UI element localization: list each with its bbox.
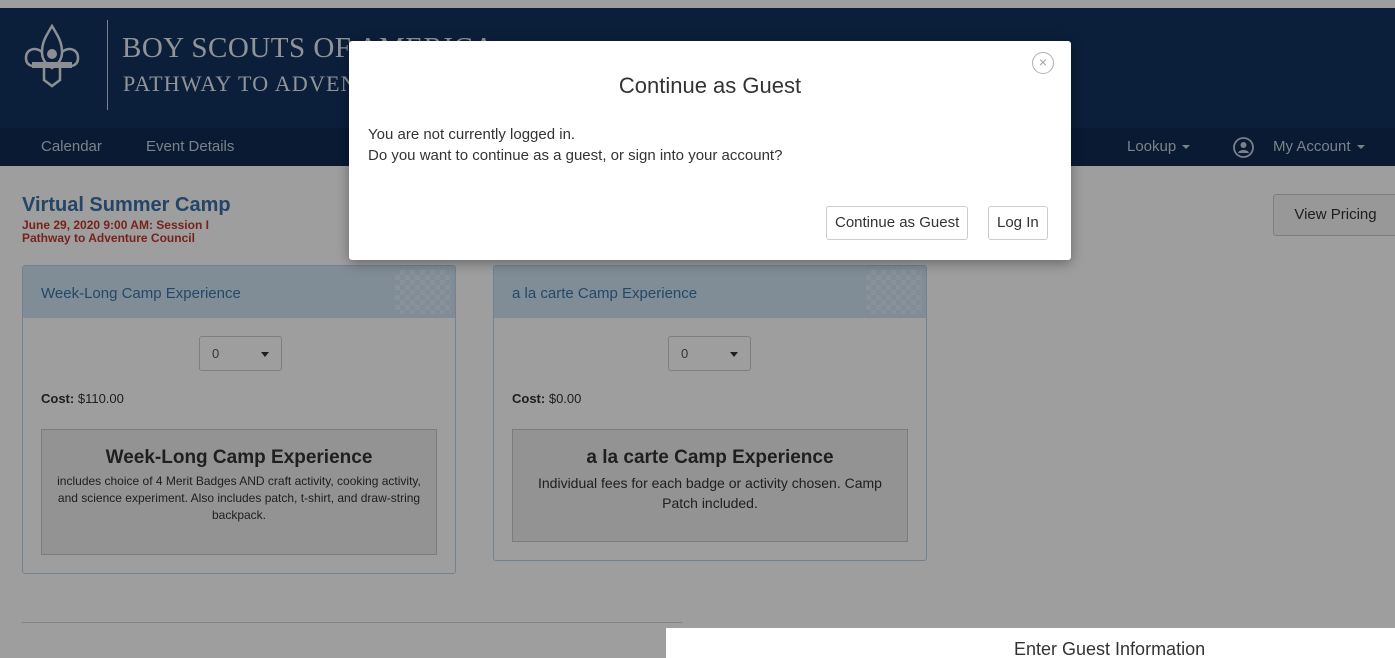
continue-as-guest-button[interactable]: Continue as Guest — [826, 206, 969, 240]
guest-info-panel: Enter Guest Information — [666, 628, 1395, 658]
modal-title: Continue as Guest — [618, 73, 802, 98]
guest-info-title: Enter Guest Information — [1014, 639, 1206, 658]
modal-message-line1: You are not currently logged in. — [368, 126, 576, 143]
modal-message-line2: Do you want to continue as a guest, or s… — [368, 147, 783, 164]
continue-as-guest-modal: Continue as Guest × You are not currentl… — [349, 41, 1071, 260]
log-in-button[interactable]: Log In — [988, 206, 1048, 240]
close-icon[interactable]: × — [1032, 52, 1054, 74]
